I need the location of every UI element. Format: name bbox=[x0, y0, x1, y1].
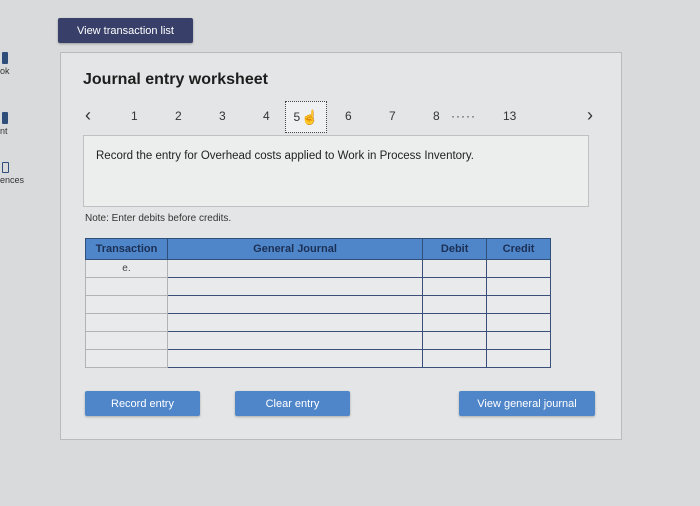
sidebar-item-label: nt bbox=[0, 126, 8, 136]
sidebar-item-print[interactable]: nt bbox=[0, 112, 30, 136]
bookmark-icon bbox=[2, 52, 8, 64]
pager: ‹ 1 2 3 4 5 ☝ 6 7 8 ····· 13 › bbox=[83, 101, 603, 133]
sidebar-item-references[interactable]: ences bbox=[0, 162, 30, 185]
general-journal-input[interactable] bbox=[166, 313, 424, 332]
pager-page-8[interactable]: 8 bbox=[433, 109, 440, 123]
table-row bbox=[85, 331, 551, 350]
credit-input[interactable] bbox=[486, 313, 551, 332]
worksheet-title: Journal entry worksheet bbox=[83, 71, 268, 88]
pager-ellipsis: ····· bbox=[451, 109, 476, 123]
pager-page-13[interactable]: 13 bbox=[503, 109, 516, 123]
general-journal-input[interactable] bbox=[166, 349, 424, 368]
instruction-text: Record the entry for Overhead costs appl… bbox=[96, 150, 474, 162]
sidebar-item-label: ences bbox=[0, 175, 25, 185]
transaction-cell bbox=[85, 295, 168, 314]
hand-cursor-icon: ☝ bbox=[301, 108, 319, 125]
sidebar: ok nt ences bbox=[0, 40, 24, 220]
table-row bbox=[85, 313, 551, 332]
general-journal-input[interactable] bbox=[166, 331, 424, 350]
debit-input[interactable] bbox=[422, 277, 488, 296]
bookmark-icon bbox=[2, 112, 8, 124]
header-general-journal: General Journal bbox=[166, 238, 424, 260]
debit-input[interactable] bbox=[422, 349, 488, 368]
pager-page-7[interactable]: 7 bbox=[389, 109, 396, 123]
pager-current-label: 5 bbox=[293, 110, 301, 124]
table-row bbox=[85, 295, 551, 314]
header-credit: Credit bbox=[486, 238, 551, 260]
pager-next-button[interactable]: › bbox=[587, 105, 593, 126]
clear-entry-button[interactable]: Clear entry bbox=[235, 391, 350, 416]
transaction-cell bbox=[85, 277, 168, 296]
header-transaction: Transaction bbox=[85, 238, 168, 260]
record-entry-button[interactable]: Record entry bbox=[85, 391, 200, 416]
credit-input[interactable] bbox=[486, 331, 551, 350]
sidebar-item-book[interactable]: ok bbox=[0, 52, 30, 76]
transaction-cell bbox=[85, 331, 168, 350]
debit-input[interactable] bbox=[422, 313, 488, 332]
credit-input[interactable] bbox=[486, 277, 551, 296]
debit-input[interactable] bbox=[422, 259, 488, 278]
table-header-row: Transaction General Journal Debit Credit bbox=[85, 238, 551, 260]
view-general-journal-button[interactable]: View general journal bbox=[459, 391, 595, 416]
reference-icon bbox=[2, 162, 9, 173]
table-row: e. bbox=[85, 259, 551, 278]
transaction-cell bbox=[85, 313, 168, 332]
pager-page-4[interactable]: 4 bbox=[263, 109, 270, 123]
credit-input[interactable] bbox=[486, 349, 551, 368]
sidebar-item-label: ok bbox=[0, 66, 10, 76]
pager-prev-button[interactable]: ‹ bbox=[85, 105, 91, 126]
pager-page-1[interactable]: 1 bbox=[131, 109, 138, 123]
pager-page-2[interactable]: 2 bbox=[175, 109, 182, 123]
view-transaction-list-button[interactable]: View transaction list bbox=[58, 18, 193, 43]
debit-input[interactable] bbox=[422, 331, 488, 350]
pager-page-current[interactable]: 5 ☝ bbox=[285, 101, 327, 133]
credit-input[interactable] bbox=[486, 259, 551, 278]
table-row bbox=[85, 349, 551, 368]
general-journal-input[interactable] bbox=[166, 259, 424, 278]
table-row bbox=[85, 277, 551, 296]
journal-entry-panel: Journal entry worksheet ‹ 1 2 3 4 5 ☝ 6 … bbox=[60, 52, 622, 440]
transaction-cell: e. bbox=[85, 259, 168, 278]
transaction-cell bbox=[85, 349, 168, 368]
note-text: Note: Enter debits before credits. bbox=[85, 213, 232, 224]
debit-input[interactable] bbox=[422, 295, 488, 314]
pager-page-3[interactable]: 3 bbox=[219, 109, 226, 123]
credit-input[interactable] bbox=[486, 295, 551, 314]
pager-page-6[interactable]: 6 bbox=[345, 109, 352, 123]
header-debit: Debit bbox=[422, 238, 488, 260]
journal-table: Transaction General Journal Debit Credit… bbox=[85, 238, 551, 368]
general-journal-input[interactable] bbox=[166, 277, 424, 296]
general-journal-input[interactable] bbox=[166, 295, 424, 314]
instruction-box: Record the entry for Overhead costs appl… bbox=[83, 135, 589, 207]
